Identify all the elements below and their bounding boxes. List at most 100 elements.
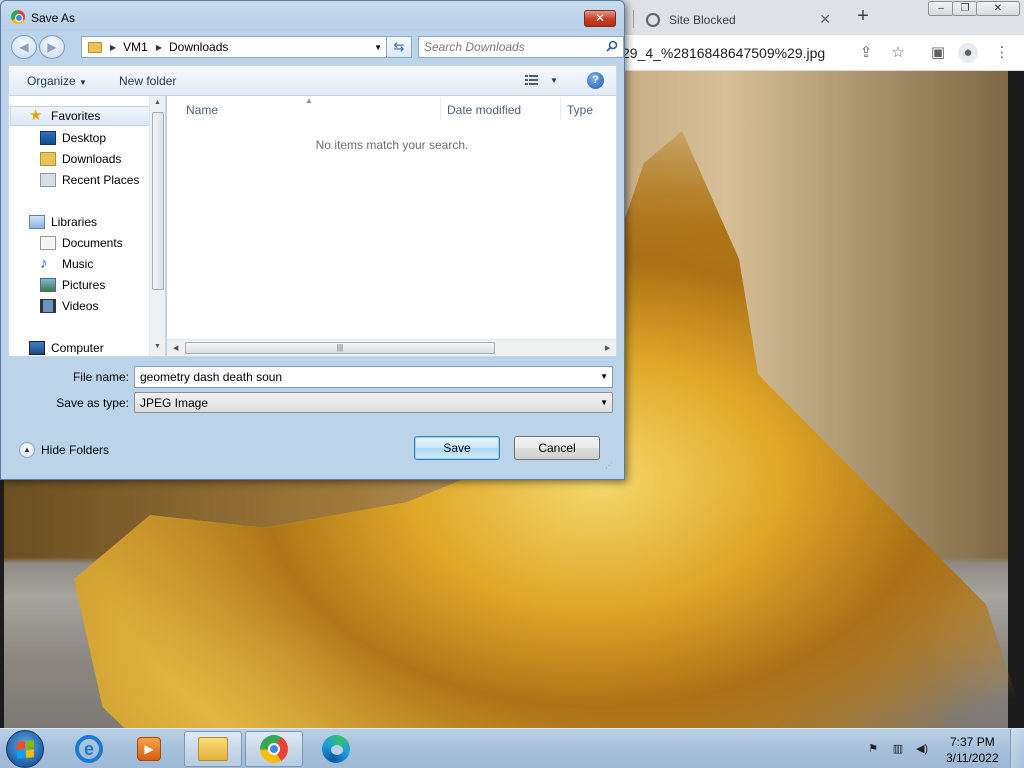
sort-up-icon: ▲ xyxy=(305,96,313,105)
taskbar-chrome[interactable] xyxy=(245,731,303,767)
tab-separator xyxy=(633,10,634,28)
chevron-right-icon[interactable]: ▶ xyxy=(156,43,162,52)
scroll-down-icon[interactable]: ▼ xyxy=(154,343,161,350)
nav-recent-places-label: Recent Places xyxy=(62,173,140,187)
show-desktop-button[interactable] xyxy=(1010,729,1024,768)
nav-videos[interactable]: Videos xyxy=(9,296,150,316)
chrome-icon xyxy=(260,735,288,763)
bookmark-star-icon[interactable]: ☆ xyxy=(888,43,908,63)
new-folder-button[interactable]: New folder xyxy=(119,74,176,88)
help-icon[interactable]: ? xyxy=(587,72,604,89)
search-input[interactable] xyxy=(424,39,594,55)
browser-close-button[interactable]: ✕ xyxy=(976,1,1020,16)
navigation-pane: ★ Favorites Desktop Downloads Recent Pla… xyxy=(8,95,166,357)
menu-kebab-icon[interactable]: ⋮ xyxy=(992,43,1012,63)
nav-downloads[interactable]: Downloads xyxy=(9,149,150,169)
dialog-title: Save As xyxy=(31,11,76,25)
scroll-up-icon[interactable]: ▲ xyxy=(154,99,161,106)
clock-time[interactable]: 7:37 PM xyxy=(950,735,995,749)
nav-recent-places[interactable]: Recent Places xyxy=(9,170,150,190)
nav-music[interactable]: ♪ Music xyxy=(9,254,150,274)
column-date-modified[interactable]: Date modified xyxy=(447,103,521,117)
taskbar-internet-explorer[interactable]: e xyxy=(60,731,118,767)
side-panel-icon[interactable]: ▣ xyxy=(928,43,948,63)
address-bar-url[interactable]: 29_4_%2816848647509%29.jpg xyxy=(622,45,825,61)
organize-button[interactable]: Organize ▼ xyxy=(27,74,87,88)
hide-folders-toggle[interactable]: ▲ Hide Folders xyxy=(19,442,109,458)
taskbar-file-explorer[interactable] xyxy=(184,731,242,767)
file-name-field[interactable] xyxy=(140,369,580,385)
nav-documents-label: Documents xyxy=(62,236,123,250)
column-divider[interactable] xyxy=(440,98,441,120)
music-icon: ♪ xyxy=(40,255,48,272)
volume-icon[interactable]: ◀) xyxy=(915,742,929,756)
save-as-type-select[interactable]: JPEG Image ▼ xyxy=(134,392,613,413)
command-bar: Organize ▼ New folder ▼ ? xyxy=(8,65,617,95)
nav-scroll-thumb[interactable] xyxy=(152,112,164,290)
tab-site-blocked[interactable]: Site Blocked ✕ xyxy=(636,4,841,35)
profile-icon[interactable]: ● xyxy=(958,43,978,63)
breadcrumb-downloads[interactable]: Downloads xyxy=(169,40,228,54)
nav-documents[interactable]: Documents xyxy=(9,233,150,253)
network-icon[interactable]: ▥ xyxy=(891,742,905,756)
cancel-button[interactable]: Cancel xyxy=(514,436,600,460)
hide-folders-label: Hide Folders xyxy=(41,443,110,457)
search-box[interactable] xyxy=(418,36,624,58)
nav-desktop[interactable]: Desktop xyxy=(9,128,150,148)
tab-title: Site Blocked xyxy=(669,12,736,27)
save-button[interactable]: Save xyxy=(414,436,500,460)
share-icon[interactable]: ⇪ xyxy=(856,43,876,63)
breadcrumb[interactable]: ▶ VM1 ▶ Downloads ▼ xyxy=(81,36,389,58)
edge-icon xyxy=(322,735,350,763)
dialog-titlebar[interactable]: Save As ✕ xyxy=(1,1,624,31)
desktop-icon xyxy=(40,131,56,145)
search-icon[interactable] xyxy=(606,40,618,52)
horizontal-scrollbar[interactable]: ◀ ||| ▶ xyxy=(167,339,616,356)
minimize-button[interactable]: – xyxy=(928,1,954,16)
downloads-folder-icon xyxy=(40,152,56,166)
taskbar-media-player[interactable]: ▶ xyxy=(120,731,178,767)
chevron-down-icon[interactable]: ▼ xyxy=(600,372,608,381)
column-divider[interactable] xyxy=(560,98,561,120)
forward-button[interactable]: ▶ xyxy=(39,35,65,59)
file-name-combo[interactable]: ▼ xyxy=(134,366,613,388)
resize-grip-icon[interactable]: ⋰ xyxy=(605,461,615,471)
dialog-close-button[interactable]: ✕ xyxy=(584,10,616,27)
nav-scrollbar[interactable]: ▲ ▼ xyxy=(149,96,165,356)
new-tab-button[interactable]: + xyxy=(852,5,874,27)
view-options-icon[interactable] xyxy=(525,74,539,86)
back-button[interactable]: ◀ xyxy=(11,35,37,59)
folder-icon xyxy=(88,41,102,53)
empty-message: No items match your search. xyxy=(315,138,469,152)
nav-favorites[interactable]: ★ Favorites xyxy=(10,106,151,126)
maximize-button[interactable]: ❐ xyxy=(952,1,978,16)
nav-downloads-label: Downloads xyxy=(62,152,122,166)
network-error-icon[interactable]: ⚑ xyxy=(866,742,880,756)
refresh-button[interactable]: ⇆ xyxy=(386,36,412,58)
windows-logo-icon xyxy=(17,740,34,759)
column-type[interactable]: Type xyxy=(567,103,593,117)
start-button[interactable] xyxy=(6,730,44,768)
nav-computer-label: Computer xyxy=(51,341,104,355)
chevron-right-icon[interactable]: ▶ xyxy=(110,43,116,52)
column-name[interactable]: Name xyxy=(186,103,218,117)
nav-libraries[interactable]: Libraries xyxy=(9,212,150,232)
recent-places-icon xyxy=(40,173,56,187)
chevron-down-icon[interactable]: ▼ xyxy=(374,43,382,52)
nav-pictures[interactable]: Pictures xyxy=(9,275,150,295)
nav-computer[interactable]: Computer xyxy=(9,338,150,356)
save-as-type-value: JPEG Image xyxy=(140,396,209,410)
scroll-right-icon[interactable]: ▶ xyxy=(605,344,610,352)
file-list-pane: Name ▲ Date modified Type No items match… xyxy=(167,95,617,357)
taskbar-edge[interactable] xyxy=(307,731,365,767)
scroll-left-icon[interactable]: ◀ xyxy=(173,344,178,352)
tab-close-icon[interactable]: ✕ xyxy=(819,11,831,28)
chevron-down-icon[interactable]: ▼ xyxy=(550,76,558,85)
documents-icon xyxy=(40,236,56,250)
breadcrumb-vm1[interactable]: VM1 xyxy=(123,40,148,54)
horizontal-scroll-thumb[interactable]: ||| xyxy=(185,342,495,354)
clock-date[interactable]: 3/11/2022 xyxy=(946,751,999,765)
chevron-down-icon[interactable]: ▼ xyxy=(600,398,608,407)
pictures-icon xyxy=(40,278,56,292)
videos-icon xyxy=(40,299,56,313)
